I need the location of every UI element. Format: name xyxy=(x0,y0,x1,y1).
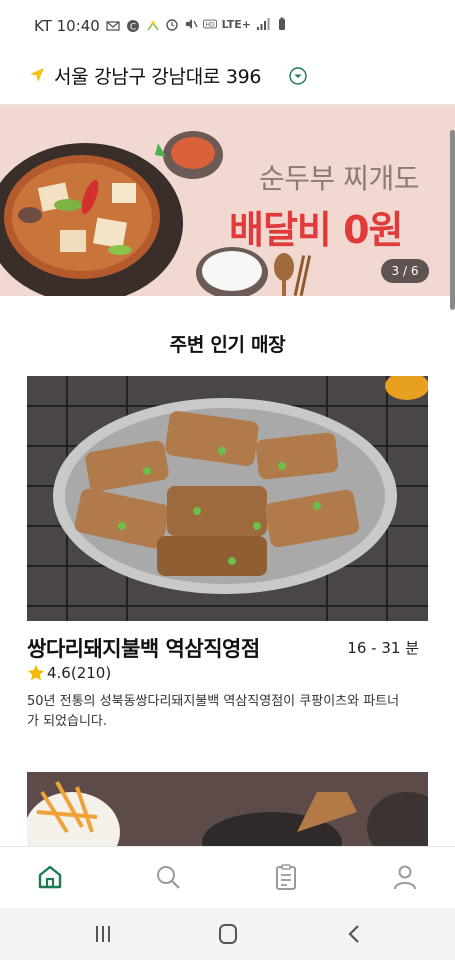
alarm-icon xyxy=(165,19,178,31)
chevron-down-icon[interactable] xyxy=(289,67,307,85)
coupang-icon: C xyxy=(126,20,139,33)
promo-banner[interactable]: 순두부 찌개도 배달비 0원 3 / 6 xyxy=(0,105,455,296)
battery-icon xyxy=(279,17,285,30)
address-text[interactable]: 서울 강남구 강남대로 396 xyxy=(54,62,262,89)
back-icon[interactable] xyxy=(340,922,368,946)
banner-headline-2: 배달비 0원 xyxy=(229,208,404,252)
banner-headline-1: 순두부 찌개도 xyxy=(259,162,419,195)
status-bar: KT 10:40 C HD LTE+ xyxy=(0,0,455,52)
svg-text:HD: HD xyxy=(205,22,215,29)
orders-icon[interactable] xyxy=(272,863,300,891)
store-food-photo-next xyxy=(27,772,428,846)
store-name[interactable]: 쌍다리돼지불백 역삼직영점 xyxy=(27,633,260,663)
status-left: KT 10:40 C xyxy=(34,17,160,35)
store-image[interactable] xyxy=(27,376,428,621)
star-icon xyxy=(27,664,45,681)
store-image-next[interactable] xyxy=(27,772,428,846)
app-notification-icon xyxy=(147,21,159,31)
home-button-icon[interactable] xyxy=(214,922,242,946)
banner-pager: 3 / 6 xyxy=(381,259,429,283)
address-bar[interactable]: 서울 강남구 강남대로 396 xyxy=(0,52,455,104)
store-description: 50년 전통의 성북동쌍다리돼지불백 역삼직영점이 쿠팡이츠와 파트너가 되었습… xyxy=(27,694,400,729)
scroll-indicator[interactable] xyxy=(450,130,455,310)
svg-text:C: C xyxy=(130,23,136,33)
hd-icon: HD xyxy=(202,19,217,29)
signal-icon xyxy=(257,18,270,30)
recent-apps-icon[interactable] xyxy=(89,922,117,946)
delivery-time: 16 - 31 분 xyxy=(347,639,419,657)
search-icon[interactable] xyxy=(154,863,182,891)
system-nav-bar xyxy=(0,908,455,960)
network-label: LTE+ xyxy=(221,17,251,31)
home-icon[interactable] xyxy=(36,863,64,891)
bottom-tab-bar xyxy=(0,846,455,909)
rating-value: 4.6 xyxy=(47,664,71,682)
profile-icon[interactable] xyxy=(391,863,419,891)
store-rating: 4.6 (210) xyxy=(27,664,111,682)
review-count: (210) xyxy=(70,664,112,682)
mute-icon xyxy=(185,19,198,29)
location-arrow-icon xyxy=(30,68,44,82)
status-right: HD LTE+ xyxy=(165,17,289,31)
mail-icon xyxy=(106,21,120,31)
section-title: 주변 인기 매장 xyxy=(169,334,286,356)
store-food-photo xyxy=(27,376,428,621)
carrier-time: KT 10:40 xyxy=(34,17,100,35)
